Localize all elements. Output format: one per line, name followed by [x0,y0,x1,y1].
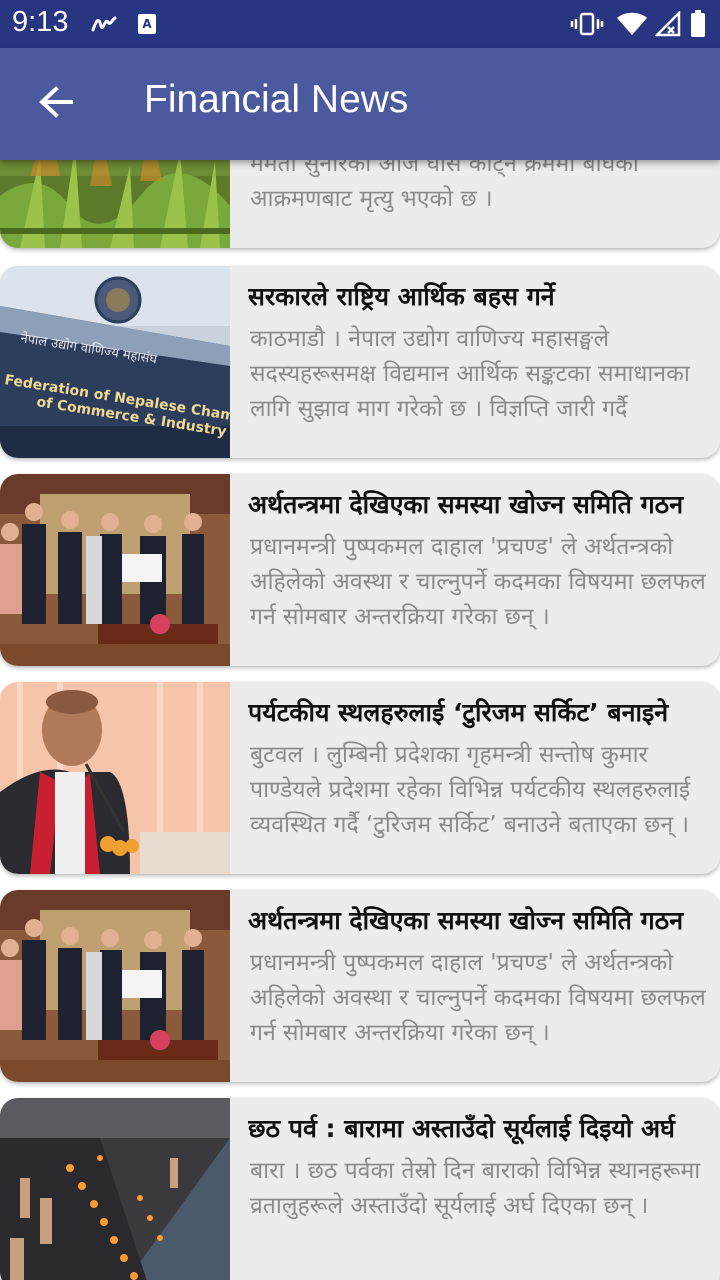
news-title: अर्थतन्त्रमा देखिएका समस्या खोज्न समिति … [248,906,684,935]
news-summary: प्रधानमन्त्री पुष्पकमल दाहाल 'प्रचण्ड' ल… [250,950,706,1046]
svg-text:A: A [142,17,152,31]
news-list[interactable]: नगरपालिका–१० सुकुम्बासी टोल निवासी २५ वर… [0,160,720,1280]
app-bar: Financial News [0,48,720,160]
news-summary: बारा । छठ पर्वका तेस्रो दिन बाराको विभिन… [250,1158,701,1219]
news-summary: बुटवल । लुम्बिनी प्रदेशका गृहमन्त्री सन्… [250,742,691,838]
news-card[interactable]: नेपाल उद्योग वाणिज्य महासंघ Federation o… [0,266,720,458]
back-button[interactable] [28,76,84,132]
news-thumbnail [0,474,230,666]
news-title: सरकारले राष्ट्रिय आर्थिक बहस गर्ने [248,282,555,311]
vibrate-icon [570,10,604,38]
no-signal-icon [654,10,682,38]
news-summary: प्रधानमन्त्री पुष्पकमल दाहाल 'प्रचण्ड' ल… [250,534,706,630]
news-thumbnail: नेपाल उद्योग वाणिज्य महासंघ Federation o… [0,266,230,458]
status-bar: 9:13 A [0,0,720,48]
signal-wave-icon [90,10,118,38]
news-title: पर्यटकीय स्थलहरुलाई ‘टुरिजम सर्किट’ बनाइ… [248,698,669,727]
news-thumbnail [0,682,230,874]
news-card[interactable]: अर्थतन्त्रमा देखिएका समस्या खोज्न समिति … [0,474,720,666]
page-title: Financial News [144,78,409,121]
news-summary: काठमाडौ । नेपाल उद्योग वाणिज्य महासङ्घले… [250,326,690,422]
news-thumbnail [0,160,230,248]
wifi-icon [616,10,648,38]
news-card[interactable]: अर्थतन्त्रमा देखिएका समस्या खोज्न समिति … [0,890,720,1082]
news-summary: नगरपालिका–१० सुकुम्बासी टोल निवासी २५ वर… [250,160,639,212]
battery-icon [690,10,706,38]
arrow-left-icon [38,84,74,124]
a-box-icon: A [136,10,158,38]
news-card[interactable]: छठ पर्व : बारामा अस्ताउँदो सूर्यलाई दिइय… [0,1098,720,1280]
status-time: 9:13 [12,6,69,38]
news-title: छठ पर्व : बारामा अस्ताउँदो सूर्यलाई दिइय… [248,1114,675,1143]
news-thumbnail [0,1098,230,1280]
news-card[interactable]: नगरपालिका–१० सुकुम्बासी टोल निवासी २५ वर… [0,160,720,248]
news-card[interactable]: पर्यटकीय स्थलहरुलाई ‘टुरिजम सर्किट’ बनाइ… [0,682,720,874]
news-title: अर्थतन्त्रमा देखिएका समस्या खोज्न समिति … [248,490,684,519]
news-thumbnail [0,890,230,1082]
